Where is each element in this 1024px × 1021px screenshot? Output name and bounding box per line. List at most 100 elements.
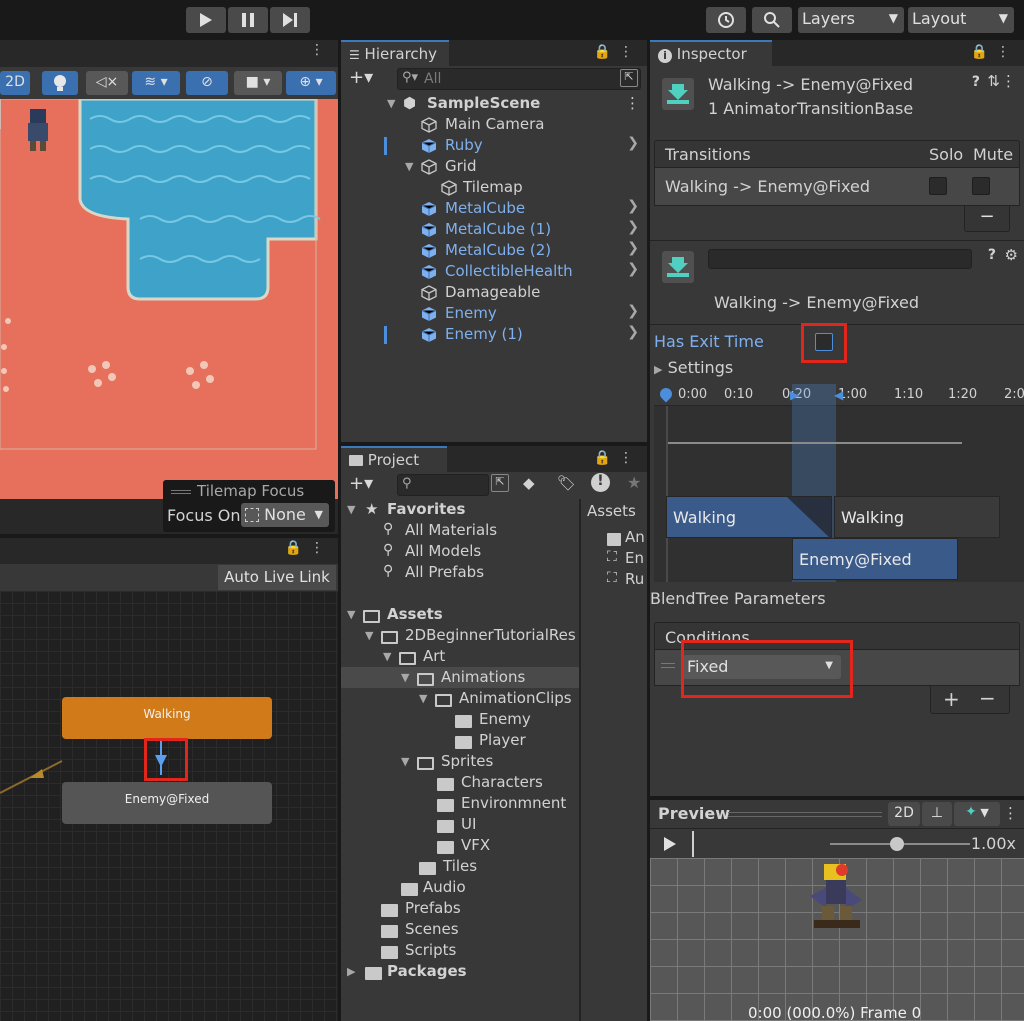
expand-arrow-icon[interactable]: ▼ (401, 755, 409, 768)
clip-walking-source[interactable]: Walking (666, 496, 832, 539)
favorite-item[interactable]: ⚲ All Materials (341, 520, 579, 541)
audio-button[interactable]: ◁× (86, 71, 128, 95)
clip-walking-loop[interactable]: Walking (834, 496, 1000, 538)
chevron-right-icon[interactable]: ❯ (627, 261, 639, 277)
project-search-input[interactable]: ⚲ (397, 474, 489, 496)
pause-button[interactable] (228, 7, 268, 33)
project-folder-row[interactable]: ▼ Art (341, 646, 579, 667)
animator-tab-icons[interactable]: 🔒⋮ (285, 540, 332, 556)
expand-arrow-icon[interactable]: ▼ (347, 608, 355, 621)
animator-graph[interactable]: Walking Enemy@Fixed (0, 591, 338, 1021)
expand-arrow-icon[interactable]: ▼ (365, 629, 373, 642)
solo-checkbox[interactable] (929, 177, 947, 195)
expand-arrow-icon[interactable]: ▼ (383, 650, 391, 663)
search-expand-icon[interactable]: ⇱ (491, 474, 509, 492)
project-folder-row-selected[interactable]: ▼ Animations (341, 667, 579, 688)
state-enemy-fixed[interactable]: Enemy@Fixed (62, 782, 272, 824)
transition-row[interactable]: Walking -> Enemy@Fixed (654, 168, 1020, 206)
project-folder-row[interactable]: Environmnent (341, 793, 579, 814)
add-condition-button[interactable]: + (943, 687, 960, 711)
timeline-end-handle[interactable]: ◀ (834, 388, 843, 402)
help-icon[interactable]: ? (972, 74, 980, 90)
project-folder-row[interactable]: ▼ Sprites (341, 751, 579, 772)
search-button[interactable] (752, 7, 792, 33)
expand-arrow-icon[interactable]: ▼ (405, 160, 413, 173)
project-folder-row[interactable]: Characters (341, 772, 579, 793)
project-folder-row[interactable]: Tiles (341, 856, 579, 877)
inspector-tab-icons[interactable]: 🔒⋮ (971, 44, 1018, 60)
filter-by-label-icon[interactable]: 🏷 (557, 474, 576, 492)
chevron-right-icon[interactable]: ❯ (627, 219, 639, 235)
layers-dropdown[interactable]: Layers ▼ (798, 7, 904, 33)
favorite-item[interactable]: ⚲ All Models (341, 541, 579, 562)
filter-by-type-icon[interactable]: ◆ (523, 474, 535, 492)
project-folder-row[interactable]: VFX (341, 835, 579, 856)
gizmos-button[interactable]: ⊕ ▾ (286, 71, 336, 95)
warning-filter-icon[interactable]: ! (591, 473, 610, 492)
drag-handle-icon[interactable] (661, 663, 675, 668)
project-folder-row[interactable]: UI (341, 814, 579, 835)
project-folder-row[interactable]: ▼ AnimationClips (341, 688, 579, 709)
project-folder-row[interactable]: Prefabs (341, 898, 579, 919)
project-folder-row[interactable]: ▼ 2DBeginnerTutorialRes (341, 625, 579, 646)
menu-icon[interactable]: ⋮ (1003, 804, 1018, 822)
settings-foldout[interactable]: ▶ Settings (654, 358, 733, 377)
preview-2d-button[interactable]: 2D (888, 802, 920, 826)
speed-slider-thumb[interactable] (890, 837, 904, 851)
remove-condition-button[interactable]: − (979, 686, 996, 710)
play-button[interactable] (186, 7, 226, 33)
project-tab-icons[interactable]: 🔒⋮ (594, 450, 641, 466)
hierarchy-item-damageable[interactable]: Damageable (341, 282, 647, 303)
hierarchy-item-enemy-1[interactable]: Enemy (1) ❯ (341, 324, 647, 345)
chevron-right-icon[interactable]: ❯ (627, 303, 639, 319)
state-walking[interactable]: Walking (62, 697, 272, 739)
preview-time-scrubber[interactable] (692, 831, 694, 857)
asset-item[interactable]: ⛶ Ru (581, 569, 647, 590)
scene-row[interactable]: ▼ ⬢ SampleScene ⋮ (341, 93, 647, 114)
presets-icon[interactable]: ⇅ (987, 72, 1000, 90)
preview-drag-bar[interactable] (728, 812, 882, 817)
hierarchy-search-input[interactable]: ⚲▾ All ⇱ (397, 68, 641, 90)
chevron-right-icon[interactable]: ❯ (627, 198, 639, 214)
transition-name-field[interactable] (708, 249, 972, 269)
project-add-button[interactable]: +▾ (349, 473, 373, 494)
tab-hierarchy[interactable]: ☰ Hierarchy (341, 40, 449, 66)
hierarchy-item-enemy[interactable]: Enemy ❯ (341, 303, 647, 324)
project-folder-row[interactable]: Scripts (341, 940, 579, 961)
hierarchy-tab-icons[interactable]: 🔒⋮ (594, 44, 641, 60)
hierarchy-item-collectiblehealth[interactable]: CollectibleHealth ❯ (341, 261, 647, 282)
effects-button[interactable]: ≋ ▾ (132, 71, 180, 95)
mode-2d-button[interactable]: 2D (0, 71, 30, 95)
drag-handle-icon[interactable] (171, 490, 191, 494)
assets-row[interactable]: ▼ Assets (341, 604, 579, 625)
collapse-arrow-icon[interactable]: ▶ (347, 965, 355, 978)
tab-project[interactable]: Project (341, 446, 447, 472)
project-folder-row[interactable]: Player (341, 730, 579, 751)
chevron-right-icon[interactable]: ❯ (627, 240, 639, 256)
transition-timeline[interactable]: 0:00 0:10 0:20 1:00 1:10 1:20 2:0 ▶ ◀ Wa… (654, 384, 1024, 582)
focus-on-dropdown[interactable]: None ▼ (241, 503, 329, 527)
chevron-right-icon[interactable]: ❯ (627, 324, 639, 340)
layout-dropdown[interactable]: Layout ▼ (908, 7, 1014, 33)
expand-arrow-icon[interactable]: ▼ (347, 503, 355, 516)
play-icon[interactable] (663, 836, 677, 852)
asset-item[interactable]: ⛶ En (581, 548, 647, 569)
visibility-button[interactable]: ⊘ (186, 71, 228, 95)
mute-checkbox[interactable] (972, 177, 990, 195)
expand-arrow-icon[interactable]: ▼ (419, 692, 427, 705)
hierarchy-item-tilemap[interactable]: Tilemap (341, 177, 647, 198)
avatar-button[interactable]: ✦ ▼ (954, 802, 1000, 826)
favorites-row[interactable]: ▼ ★ Favorites (341, 499, 579, 520)
clip-enemy-fixed-destination[interactable]: Enemy@Fixed (792, 538, 958, 580)
camera-button[interactable]: ■ ▾ (234, 71, 282, 95)
menu-icon[interactable]: ⋮ (1001, 72, 1016, 90)
tab-inspector[interactable]: i Inspector (650, 40, 772, 66)
asset-breadcrumb[interactable]: Assets (587, 502, 636, 520)
history-button[interactable] (706, 7, 746, 33)
project-folder-row[interactable]: Scenes (341, 919, 579, 940)
project-folder-row[interactable]: Enemy (341, 709, 579, 730)
hierarchy-item-metalcube[interactable]: MetalCube ❯ (341, 198, 647, 219)
lighting-button[interactable] (42, 71, 78, 95)
hierarchy-item-metalcube-1[interactable]: MetalCube (1) ❯ (341, 219, 647, 240)
hierarchy-add-button[interactable]: +▾ (349, 67, 373, 88)
